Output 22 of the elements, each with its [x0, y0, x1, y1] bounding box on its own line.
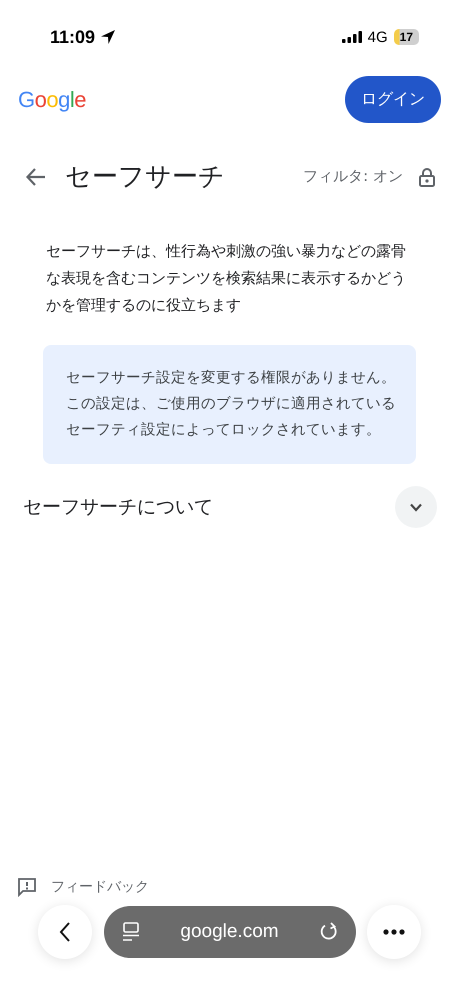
more-icon [383, 929, 405, 935]
back-arrow-icon[interactable] [25, 166, 47, 188]
chevron-icon [409, 502, 423, 512]
location-arrow-icon [100, 29, 116, 45]
google-logo[interactable]: Google [18, 86, 86, 112]
page-title: セーフサーチ [65, 161, 226, 194]
signal-icon [342, 31, 362, 43]
notice-text: セーフサーチ設定を変更する権限がありません。この設定は、ご使用のブラウザに適用されているセーフティ設定によってロックされています。 [66, 368, 396, 440]
feedback-link[interactable]: フィードバック [51, 878, 149, 896]
url-text: google.com [180, 921, 279, 943]
reload-icon[interactable] [319, 922, 340, 942]
address-bar[interactable]: google.com [104, 906, 356, 958]
battery-indicator: 17 [394, 29, 419, 45]
feedback-icon [17, 877, 37, 897]
filter-status: フィルタ: オン [303, 167, 403, 186]
clock-time: 11:09 [50, 26, 96, 48]
login-button[interactable]: ログイン [345, 76, 441, 123]
section-title: セーフサーチについて [23, 495, 213, 520]
page-menu-icon [122, 922, 140, 942]
chevron-left-icon [59, 921, 71, 943]
description-text: セーフサーチは、性行為や刺激の強い暴力などの露骨な表現を含むコンテンツを検索結果に表示するかどうかを管理するのに役立ちます [46, 241, 407, 316]
network-label: 4G [368, 28, 388, 46]
